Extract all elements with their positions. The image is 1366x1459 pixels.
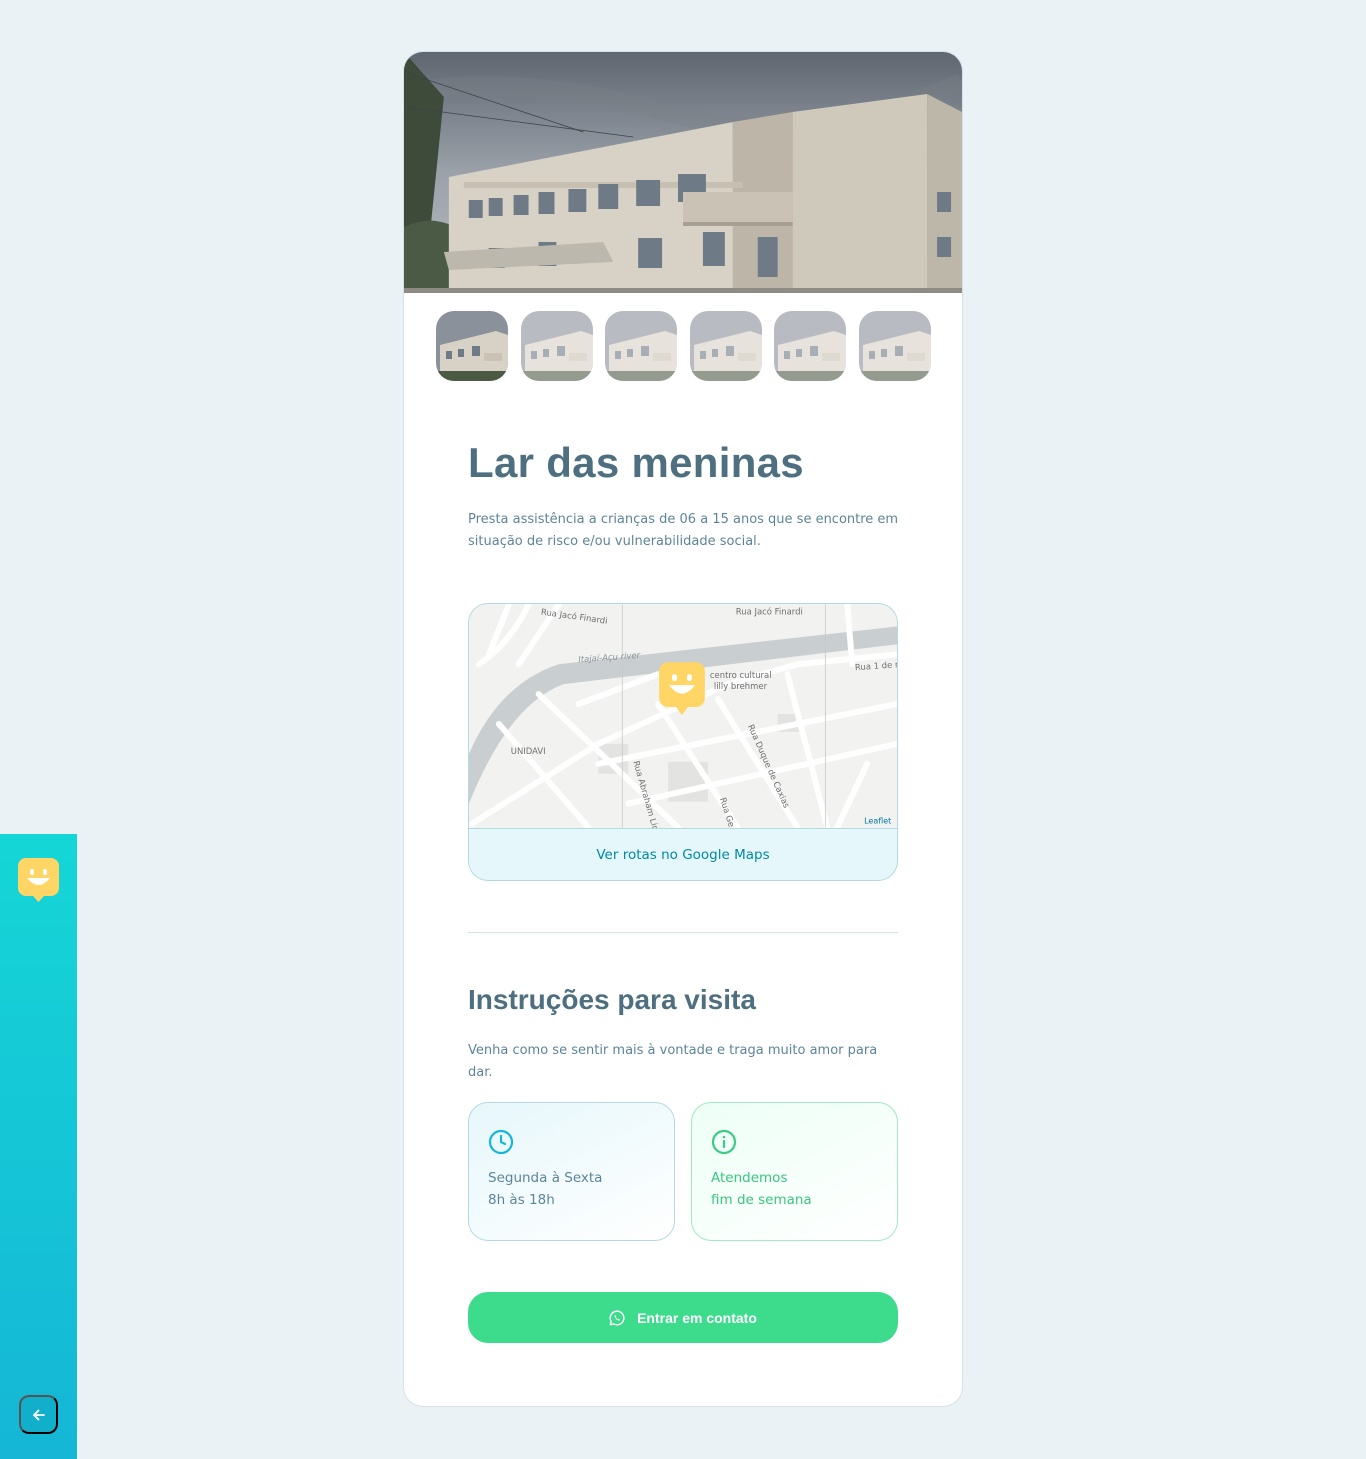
map-label: UNIDAVI bbox=[511, 746, 546, 756]
gallery-thumbnail[interactable] bbox=[520, 311, 593, 381]
clock-icon bbox=[488, 1129, 514, 1155]
contact-whatsapp-button[interactable]: Entrar em contato bbox=[468, 1292, 898, 1343]
info-icon bbox=[711, 1129, 737, 1155]
weekend-label-line2: fim de semana bbox=[711, 1192, 812, 1208]
orphanage-description: Presta assistência a crianças de 06 a 15… bbox=[468, 512, 899, 549]
location-map[interactable]: Rua Jacó Finardi Rua Jacó Finardi Itajaí… bbox=[469, 604, 897, 828]
visit-instructions-text: Venha como se sentir mais à vontade e tr… bbox=[468, 1043, 878, 1080]
orphanage-name: Lar das meninas bbox=[468, 439, 804, 486]
gallery-thumbnail[interactable] bbox=[774, 311, 846, 381]
whatsapp-icon bbox=[609, 1309, 625, 1325]
leaflet-attribution[interactable]: Leaflet bbox=[864, 816, 891, 825]
weekend-info-box: Atendemos fim de semana bbox=[691, 1102, 898, 1241]
map-container: Rua Jacó Finardi Rua Jacó Finardi Itajaí… bbox=[468, 603, 898, 881]
gallery-thumbnail[interactable] bbox=[689, 311, 762, 381]
opening-days: Segunda à Sexta bbox=[488, 1170, 603, 1186]
visit-instructions-heading: Instruções para visita bbox=[468, 984, 756, 1015]
gallery-thumbnail[interactable] bbox=[436, 311, 508, 381]
happy-face-marker-icon[interactable] bbox=[18, 858, 59, 902]
gallery-thumbnail[interactable] bbox=[858, 311, 931, 381]
weekend-label-line1: Atendemos bbox=[711, 1170, 788, 1186]
contact-button-label: Entrar em contato bbox=[637, 1309, 757, 1326]
back-button[interactable] bbox=[19, 1395, 58, 1434]
map-label: Rua Jacó Finardi bbox=[736, 606, 803, 616]
arrow-left-icon bbox=[32, 1409, 45, 1420]
gallery-thumbnail[interactable] bbox=[605, 311, 677, 381]
sidebar bbox=[0, 834, 77, 1459]
section-divider bbox=[468, 932, 898, 933]
image-gallery-thumbnails bbox=[436, 311, 931, 381]
opening-hours: 8h às 18h bbox=[488, 1192, 555, 1208]
map-label: lilly brehmer bbox=[714, 681, 768, 691]
map-label: centro cultural bbox=[710, 670, 772, 680]
orphanage-details-card: Lar das meninas Presta assistência a cri… bbox=[403, 51, 963, 1407]
google-maps-routes-link[interactable]: Ver rotas no Google Maps bbox=[469, 828, 897, 880]
orphanage-main-image bbox=[404, 52, 962, 293]
opening-hours-box: Segunda à Sexta 8h às 18h bbox=[468, 1102, 675, 1241]
